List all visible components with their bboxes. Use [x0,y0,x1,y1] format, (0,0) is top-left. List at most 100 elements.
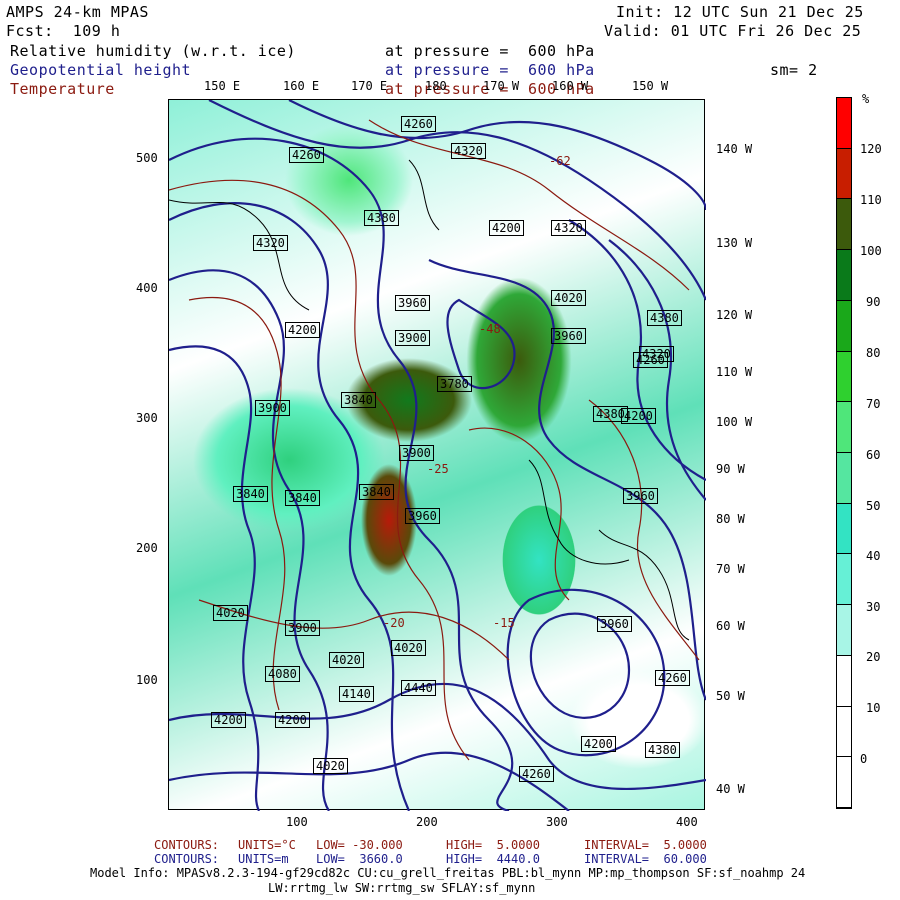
model-title: AMPS 24-km MPAS [6,3,149,21]
lon-label-right: 80 W [716,512,745,526]
height-label: 4380 [364,210,399,226]
colorbar [836,97,852,809]
colorbar-label: 20 [866,650,881,664]
field-rh-name: Relative humidity (w.r.t. ice) [10,42,296,60]
lon-label-right: 90 W [716,462,745,476]
colorbar-label: 80 [866,346,881,360]
height-label: 4140 [339,686,374,702]
lon-label-right: 120 W [716,308,753,322]
height-label: 3840 [359,484,394,500]
colorbar-segment [837,98,851,149]
height-label: 4020 [329,652,364,668]
height-label: 4200 [285,322,320,338]
height-label: 3900 [395,330,430,346]
lon-label-right: 40 W [716,782,745,796]
colorbar-segment [837,199,851,251]
temp-label: -25 [427,462,449,476]
map-panel: 4260 4260 4320 4380 4320 4200 4320 4020 … [168,99,706,811]
colorbar-label: 60 [866,448,881,462]
height-label: 4080 [265,666,300,682]
height-label: 3960 [551,328,586,344]
footer-contours-height-high: HIGH= 4440.0 [446,852,540,866]
height-label: 4320 [451,143,486,159]
lon-label-right: 60 W [716,619,745,633]
colorbar-segment [837,757,851,808]
footer-contours-height-interval: INTERVAL= 60.000 [584,852,707,866]
y-tick-label: 200 [136,541,158,555]
colorbar-segment [837,706,851,758]
colorbar-unit: % [862,92,870,106]
footer-contours-height-label: CONTOURS: [154,852,220,866]
height-label: 4320 [253,235,288,251]
colorbar-label: 40 [866,549,881,563]
footer-contours-temp-label: CONTOURS: [154,838,220,852]
colorbar-label: 10 [866,701,881,715]
lon-label-right: 50 W [716,689,745,703]
x-tick-label: 400 [676,815,698,829]
colorbar-label: 50 [866,499,881,513]
temp-label: -20 [383,616,405,630]
height-label: 4260 [401,116,436,132]
colorbar-label: 100 [860,244,882,258]
colorbar-segment [837,503,851,555]
colorbar-label: 0 [860,752,868,766]
height-label: 4380 [647,310,682,326]
height-label: 4380 [645,742,680,758]
lon-label-right: 100 W [716,415,753,429]
lon-label-right: 140 W [716,142,753,156]
x-tick-label: 100 [286,815,308,829]
footer-contours-temp-units: UNITS=°C [238,838,296,852]
height-label: 4200 [489,220,524,236]
colorbar-segment [837,655,851,707]
lon-label-top: 160 E [283,79,320,93]
init-time: Init: 12 UTC Sun 21 Dec 25 [616,3,864,21]
height-label: 4200 [211,712,246,728]
height-label: 4260 [289,147,324,163]
height-label: 4020 [313,758,348,774]
valid-time: Valid: 01 UTC Fri 26 Dec 25 [604,22,862,40]
height-label: 3960 [597,616,632,632]
height-label: 3900 [399,445,434,461]
colorbar-segment [837,148,851,200]
height-label: 3780 [437,376,472,392]
colorbar-segment [837,250,851,301]
y-tick-label: 500 [136,151,158,165]
lon-label-top: 170 E [351,79,388,93]
height-label: 4260 [519,766,554,782]
temp-label: -62 [549,154,571,168]
colorbar-label: 120 [860,142,882,156]
footer-contours-height-units: UNITS=m [238,852,289,866]
lon-label-right: 70 W [716,562,745,576]
temp-label: -48 [479,322,501,336]
lon-label-top: 150 E [204,79,241,93]
height-label: 3840 [341,392,376,408]
colorbar-segment [837,453,851,504]
footer-contours-temp-low: LOW= -30.000 [316,838,403,852]
colorbar-segment [837,402,851,453]
height-label: 4020 [391,640,426,656]
height-label: 3960 [623,488,658,504]
forecast-hour: Fcst: 109 h [6,22,121,40]
smoothing-label: sm= 2 [770,61,818,79]
height-label: 3900 [255,400,290,416]
colorbar-label: 70 [866,397,881,411]
height-label: 4320 [551,220,586,236]
field-height-name: Geopotential height [10,61,192,79]
footer-contours-height-low: LOW= 3660.0 [316,852,403,866]
height-label: 4440 [401,680,436,696]
height-label: 3960 [405,508,440,524]
footer-contours-temp-interval: INTERVAL= 5.0000 [584,838,707,852]
height-label: 3840 [285,490,320,506]
lon-label-top: 150 W [632,79,669,93]
y-tick-label: 400 [136,281,158,295]
footer-contours-temp-high: HIGH= 5.0000 [446,838,540,852]
lon-label-right: 110 W [716,365,753,379]
lon-label-right: 130 W [716,236,753,250]
field-rh-level: at pressure = 600 hPa [385,42,595,60]
lon-label-top: 170 W [483,79,520,93]
colorbar-label: 110 [860,193,882,207]
height-label: 4260 [633,352,668,368]
height-label: 4200 [581,736,616,752]
height-label: 4020 [551,290,586,306]
x-tick-label: 200 [416,815,438,829]
